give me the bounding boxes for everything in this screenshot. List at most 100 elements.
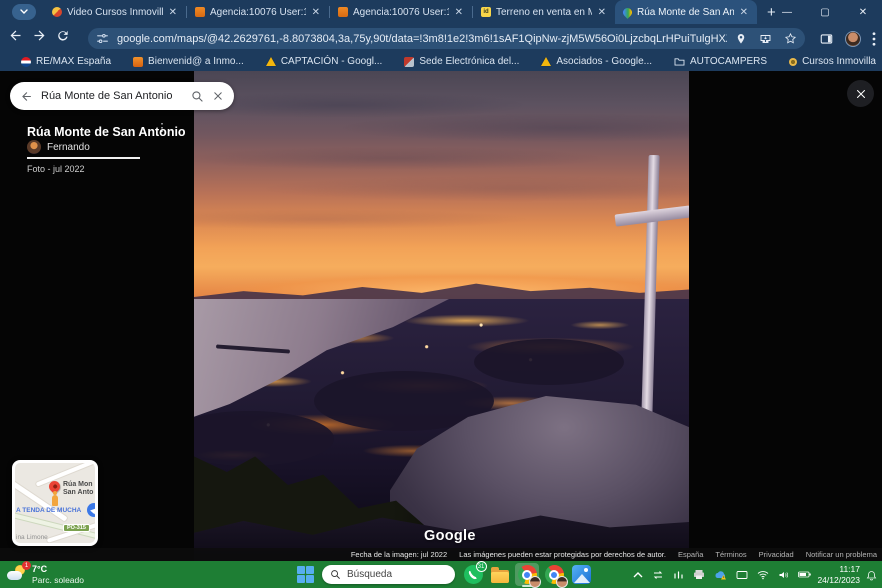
reload-icon <box>56 29 70 43</box>
tab-rua-monte-active[interactable]: Rúa Monte de San Antonio - G... ✕ <box>615 0 757 24</box>
photo-options-kebab-icon[interactable]: ⋮ <box>155 126 169 142</box>
whatsapp-icon: 31 <box>464 565 483 584</box>
photos-app[interactable] <box>569 563 593 586</box>
attribution-bar: Fecha de la imagen: jul 2022 Las imágene… <box>0 548 882 561</box>
phone-icon <box>468 570 478 580</box>
inmovilla-favicon-icon <box>195 7 205 17</box>
bookmark-captacion[interactable]: CAPTACIÓN - Googl... <box>257 56 392 67</box>
bookmark-label: Sede Electrónica del... <box>419 56 519 67</box>
tab-close-icon[interactable]: ✕ <box>311 7 321 18</box>
weather-widget[interactable]: 1 7°C Parc. soleado <box>7 564 84 585</box>
dark-hill <box>474 339 624 385</box>
idealista-favicon-icon: id <box>481 7 491 17</box>
tablet-icon[interactable] <box>736 570 748 580</box>
bookmark-label: AUTOCAMPERS <box>690 56 767 67</box>
map-partial-label: ina Limone <box>16 534 48 541</box>
battery-icon[interactable] <box>798 570 811 579</box>
link-notificar[interactable]: Notificar un problema <box>806 550 877 559</box>
browser-menu-kebab-icon[interactable] <box>872 32 876 46</box>
forward-arrow-icon <box>32 28 47 43</box>
weather-condition: Parc. soleado <box>32 575 84 585</box>
bookmark-sede[interactable]: Sede Electrónica del... <box>395 56 528 67</box>
start-button[interactable] <box>297 566 314 583</box>
chrome-profile-avatar <box>529 576 541 588</box>
tab-agencia-1[interactable]: Agencia:10076 User:155809 ✕ <box>187 0 329 24</box>
forward-button[interactable] <box>32 28 47 43</box>
remax-balloon-icon <box>21 57 31 67</box>
bookmark-autocampers-folder[interactable]: AUTOCAMPERS <box>665 56 776 67</box>
whatsapp-app[interactable]: 31 <box>461 563 485 586</box>
back-arrow-icon <box>8 28 23 43</box>
close-photo-button[interactable] <box>847 80 874 107</box>
tab-title: Rúa Monte de San Antonio - G... <box>637 7 734 18</box>
speaker-icon[interactable] <box>778 570 789 580</box>
wifi-icon[interactable] <box>757 570 769 580</box>
send-to-device-icon[interactable] <box>759 33 772 45</box>
tab-agencia-2[interactable]: Agencia:10076 User:155809 ✕ <box>330 0 472 24</box>
author-avatar <box>27 140 41 154</box>
file-explorer-app[interactable] <box>488 563 512 586</box>
back-button[interactable] <box>8 28 23 43</box>
chrome-app-second[interactable] <box>542 563 566 586</box>
map-store-label: A TENDA DE MUCHA <box>16 507 81 514</box>
bookmark-label: Cursos Inmovilla <box>802 56 876 67</box>
tab-terreno[interactable]: id Terreno en venta en Monte Sa... ✕ <box>473 0 615 24</box>
link-terminos[interactable]: Términos <box>715 550 746 559</box>
bookmarks-bar: RE/MAX España Bienvenid@ a Inmo... CAPTA… <box>0 52 882 71</box>
clear-search-icon[interactable] <box>212 90 224 102</box>
browser-toolbar: google.com/maps/@42.2629761,-8.8073804,3… <box>0 24 882 52</box>
video-favicon-icon <box>52 7 62 17</box>
notification-bell-icon[interactable] <box>866 568 877 586</box>
pegman-icon[interactable] <box>52 495 58 506</box>
bookmark-remax[interactable]: RE/MAX España <box>12 56 120 67</box>
chevron-down-icon <box>20 9 28 15</box>
profile-avatar[interactable] <box>845 31 861 47</box>
printer-icon[interactable] <box>693 569 705 580</box>
maps-search-input[interactable]: Rúa Monte de San Antonio <box>41 90 183 102</box>
bookmark-label: Asociados - Google... <box>556 56 652 67</box>
link-espana[interactable]: España <box>678 550 703 559</box>
minimap[interactable]: Rúa Mon San Anto A TENDA DE MUCHA PO-315… <box>12 460 98 546</box>
site-info-tune-icon[interactable] <box>96 32 109 45</box>
bookmark-cursos-1[interactable]: Cursos Inmovilla <box>780 56 882 67</box>
tab-close-icon[interactable]: ✕ <box>454 7 464 18</box>
reload-button[interactable] <box>56 29 70 43</box>
chrome-app-active[interactable] <box>515 563 539 586</box>
cloud-streaks <box>194 71 689 261</box>
search-icon[interactable] <box>191 90 204 103</box>
system-tray <box>633 561 811 588</box>
street-photo[interactable] <box>194 71 689 561</box>
onedrive-warning-icon[interactable] <box>714 570 727 580</box>
maps-search-bar[interactable]: Rúa Monte de San Antonio <box>10 82 234 110</box>
whatsapp-badge: 31 <box>476 561 487 572</box>
location-pin-icon[interactable] <box>735 33 747 45</box>
back-arrow-icon[interactable] <box>20 90 33 103</box>
bookmark-bienvenida[interactable]: Bienvenid@ a Inmo... <box>124 56 253 67</box>
equalizer-icon[interactable] <box>673 570 684 580</box>
tab-close-icon[interactable]: ✕ <box>597 7 607 18</box>
url-text[interactable]: google.com/maps/@42.2629761,-8.8073804,3… <box>117 33 727 45</box>
sync-arrows-icon[interactable] <box>652 570 664 580</box>
image-date: Fecha de la imagen: jul 2022 <box>351 550 447 559</box>
minimap-canvas[interactable]: Rúa Mon San Anto A TENDA DE MUCHA PO-315… <box>15 463 95 543</box>
minimize-button[interactable]: — <box>768 0 806 24</box>
bookmark-star-icon[interactable] <box>784 32 797 45</box>
photo-author[interactable]: Fernando <box>27 140 90 154</box>
taskbar-clock[interactable]: 11:17 24/12/2023 <box>817 564 860 585</box>
link-privacidad[interactable]: Privacidad <box>759 550 794 559</box>
address-bar[interactable]: google.com/maps/@42.2629761,-8.8073804,3… <box>88 28 805 49</box>
taskbar-search[interactable]: Búsqueda <box>322 565 455 584</box>
tab-search-chevron[interactable] <box>12 4 36 20</box>
title-underline <box>27 157 140 159</box>
map-direction-arrow-icon[interactable] <box>87 503 95 517</box>
close-window-button[interactable]: ✕ <box>844 0 882 24</box>
bookmark-asociados[interactable]: Asociados - Google... <box>532 56 661 67</box>
tab-video-cursos[interactable]: Video Cursos Inmovilla ✕ <box>44 0 186 24</box>
maximize-button[interactable]: ▢ <box>806 0 844 24</box>
tab-close-icon[interactable]: ✕ <box>739 7 749 18</box>
tab-close-icon[interactable]: ✕ <box>168 7 178 18</box>
windows-taskbar: 1 7°C Parc. soleado Búsqueda 31 <box>0 561 882 588</box>
taskbar-apps: 31 <box>461 563 593 586</box>
hidden-icons-chevron-icon[interactable] <box>633 571 643 579</box>
side-panel-icon[interactable] <box>819 32 834 46</box>
